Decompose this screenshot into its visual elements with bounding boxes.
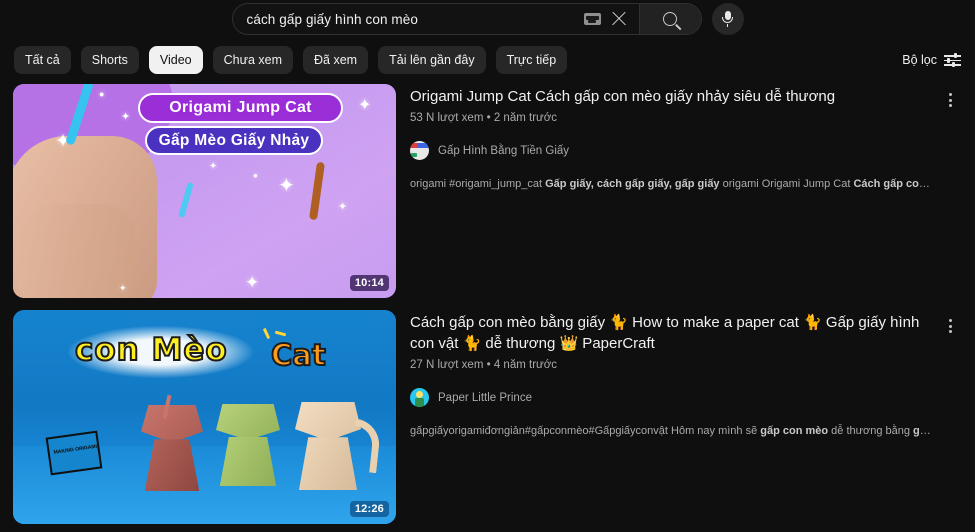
avatar — [410, 141, 429, 160]
search-query-text: cách gấp giấy hình con mèo — [246, 11, 418, 27]
origami-cat-yellow-right — [335, 117, 396, 203]
video-duration-badge: 10:14 — [349, 275, 389, 291]
video-duration-badge: 12:26 — [349, 501, 389, 517]
channel-name[interactable]: Gấp Hình Bằng Tiền Giấy — [438, 145, 569, 157]
channel-watermark-logo: MAKING ORIGAMI — [45, 430, 103, 476]
search-icon — [663, 12, 677, 26]
video-view-count: 27 N lượt xem — [410, 359, 484, 371]
video-title[interactable]: Origami Jump Cat Cách gấp con mèo giấy n… — [410, 86, 930, 107]
thumbnail-title-line1: con Mèo — [74, 331, 228, 369]
video-metadata: 27 N lượt xem • 4 năm trước — [410, 359, 933, 371]
filter-button[interactable]: Bộ lọc — [902, 53, 961, 67]
keyboard-icon[interactable] — [583, 13, 601, 25]
video-description-snippet: gấpgiấyorigamiđơngiản#gấpconmèo#Gấpgiấyc… — [410, 425, 933, 437]
filter-chip-truc-tiep[interactable]: Trực tiếp — [495, 46, 568, 74]
filter-chips: Tất cả Shorts Video Chưa xem Đã xem Tải … — [14, 46, 568, 74]
metadata-separator: • — [486, 359, 491, 371]
video-info: Origami Jump Cat Cách gấp con mèo giấy n… — [410, 84, 975, 298]
search-box-icons — [583, 4, 639, 34]
metadata-separator: • — [486, 112, 491, 124]
filter-chip-shorts[interactable]: Shorts — [80, 46, 139, 74]
filter-chip-tat-ca[interactable]: Tất cả — [14, 46, 71, 74]
search-result-item[interactable]: con Mèo Cat MAKING ORIGAMI 12:26 Cách gấ… — [13, 310, 975, 524]
thumbnail-title-line2: Cat — [270, 337, 327, 373]
channel-row[interactable]: Gấp Hình Bằng Tiền Giấy — [410, 141, 933, 160]
origami-cat-cream — [295, 402, 382, 490]
close-icon[interactable] — [610, 10, 628, 28]
channel-row[interactable]: Paper Little Prince — [410, 388, 933, 407]
origami-cat-blue — [30, 126, 152, 239]
video-upload-age: 4 năm trước — [493, 359, 558, 371]
video-thumbnail[interactable]: ✦ ✦ ✦ ✦ ✦ ✦ ✦ ✦ ● ● Origami Jump Cat Gấp… — [13, 84, 396, 298]
filter-chip-chua-xem[interactable]: Chưa xem — [212, 46, 294, 74]
video-thumbnail[interactable]: con Mèo Cat MAKING ORIGAMI 12:26 — [13, 310, 396, 524]
video-metadata: 53 N lượt xem • 2 năm trước — [410, 112, 933, 124]
thumbnail-title-line2: Gấp Mèo Giấy Nhảy — [145, 126, 323, 155]
channel-name[interactable]: Paper Little Prince — [438, 392, 532, 404]
video-upload-age: 2 năm trước — [493, 112, 558, 124]
more-vertical-icon[interactable] — [939, 88, 961, 112]
video-title[interactable]: Cách gấp con mèo bằng giấy 🐈 How to make… — [410, 312, 930, 354]
top-search-bar: cách gấp giấy hình con mèo — [0, 0, 975, 38]
filter-chip-da-xem[interactable]: Đã xem — [303, 46, 369, 74]
more-vertical-icon[interactable] — [939, 314, 961, 338]
filter-chip-video[interactable]: Video — [148, 46, 203, 74]
video-view-count: 53 N lượt xem — [410, 112, 484, 124]
search-submit-button[interactable] — [638, 4, 701, 34]
filter-chip-bar: Tất cả Shorts Video Chưa xem Đã xem Tải … — [0, 44, 975, 76]
search-input[interactable]: cách gấp giấy hình con mèo — [233, 4, 584, 34]
search-box[interactable]: cách gấp giấy hình con mèo — [231, 3, 702, 35]
tune-sliders-icon — [944, 53, 961, 67]
watermark-text: MAKING ORIGAMI — [53, 443, 98, 456]
voice-search-button[interactable] — [711, 3, 744, 35]
video-info: Cách gấp con mèo bằng giấy 🐈 How to make… — [410, 310, 975, 524]
origami-cat-yellow-small — [171, 196, 251, 269]
filter-button-label: Bộ lọc — [902, 53, 937, 67]
microphone-icon — [721, 11, 735, 27]
search-results-list: ✦ ✦ ✦ ✦ ✦ ✦ ✦ ✦ ● ● Origami Jump Cat Gấp… — [0, 76, 975, 524]
search-result-item[interactable]: ✦ ✦ ✦ ✦ ✦ ✦ ✦ ✦ ● ● Origami Jump Cat Gấp… — [13, 84, 975, 298]
origami-cat-pink — [141, 394, 203, 491]
filter-chip-tai-len-gan-day[interactable]: Tải lên gần đây — [378, 46, 486, 74]
origami-cat-brown — [273, 210, 362, 294]
video-description-snippet: origami #origami_jump_cat Gấp giấy, cách… — [410, 178, 933, 190]
avatar — [410, 388, 429, 407]
thumbnail-title-line1: Origami Jump Cat — [138, 93, 343, 123]
origami-cat-green — [216, 404, 280, 486]
